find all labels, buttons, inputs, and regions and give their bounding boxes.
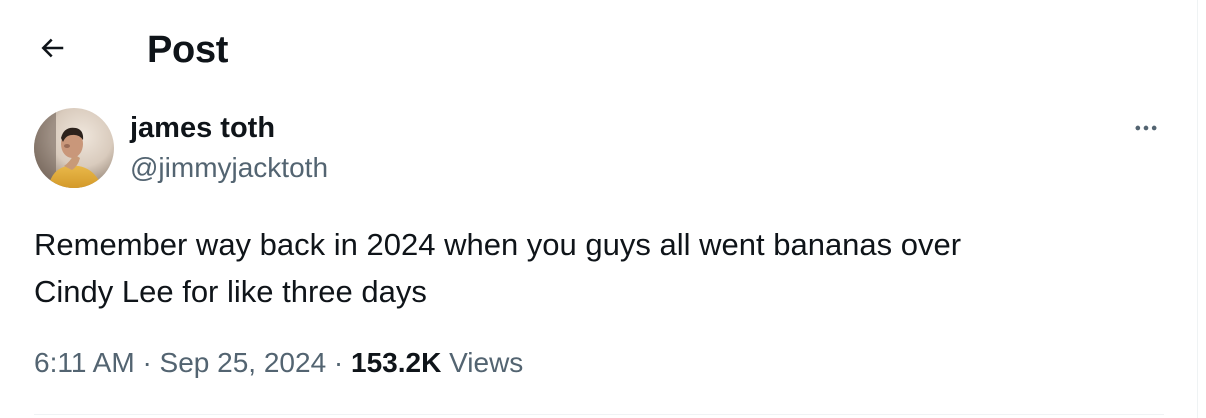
author-display-name[interactable]: james toth bbox=[130, 110, 275, 146]
arrow-left-icon bbox=[37, 33, 67, 68]
page-title: Post bbox=[147, 29, 229, 71]
post-meta: 6:11 AM · Sep 25, 2024 · 153.2K Views bbox=[34, 345, 523, 381]
post-text-line: Remember way back in 2024 when you guys … bbox=[34, 227, 962, 262]
post-detail-frame: Post james toth @jimmyjacktoth Remember … bbox=[0, 0, 1198, 418]
post-text: Remember way back in 2024 when you guys … bbox=[34, 221, 1154, 315]
views-count: 153.2K bbox=[351, 347, 442, 378]
author-handle[interactable]: @jimmyjacktoth bbox=[130, 150, 328, 186]
more-options-button[interactable] bbox=[1124, 108, 1168, 152]
avatar[interactable] bbox=[34, 108, 114, 188]
meta-separator: · bbox=[142, 347, 152, 378]
divider bbox=[34, 414, 1164, 415]
user-avatar-photo bbox=[34, 108, 114, 188]
post-text-line: Cindy Lee for like three days bbox=[34, 274, 427, 309]
post-header: Post bbox=[0, 0, 1198, 100]
views-label: Views bbox=[449, 347, 524, 378]
meta-separator: · bbox=[333, 347, 344, 378]
post-time[interactable]: 6:11 AM bbox=[34, 347, 135, 378]
back-button[interactable] bbox=[22, 20, 82, 80]
post-date[interactable]: Sep 25, 2024 bbox=[160, 347, 327, 378]
more-horizontal-icon bbox=[1132, 114, 1160, 147]
